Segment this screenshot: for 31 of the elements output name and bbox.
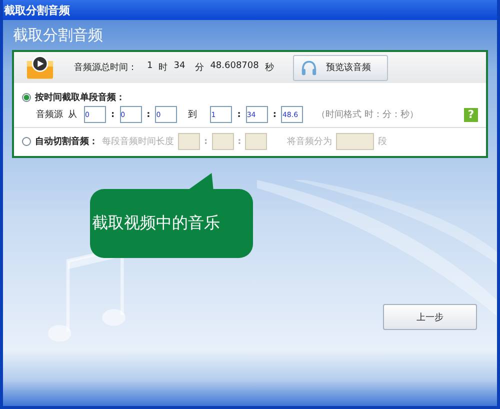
separator: :: [237, 110, 241, 120]
minutes-unit: 分: [195, 62, 204, 74]
separator: :: [111, 110, 115, 120]
to-label: 到: [188, 108, 198, 121]
format-hint: （时间格式 时：分：秒）: [316, 108, 418, 121]
video-file-icon: [26, 55, 54, 80]
hours-value: 1: [147, 61, 153, 73]
preview-button[interactable]: 预览该音频: [293, 54, 388, 80]
separator: :: [238, 136, 242, 146]
separator: :: [272, 110, 276, 120]
mode-label: 自动切割音频：: [35, 135, 98, 148]
split-label: 将音频分为: [287, 136, 332, 148]
minutes-value: 34: [174, 61, 186, 73]
mode-label: 按时间截取单段音频：: [35, 91, 125, 104]
headphones-icon: [300, 60, 318, 76]
seconds-value: 48.608708: [210, 61, 259, 73]
bubble-text: 截取视频中的音乐: [91, 213, 220, 234]
radio-button[interactable]: [22, 137, 31, 146]
window-title: 截取分割音频: [4, 2, 70, 18]
from-label: 从: [68, 108, 77, 121]
segment-length-label: 每段音频时间长度: [102, 136, 174, 148]
page-heading: 截取分割音频: [12, 24, 104, 46]
separator: :: [146, 110, 150, 120]
separator: :: [204, 136, 208, 146]
hours-unit: 时: [158, 62, 168, 74]
radio-button[interactable]: [22, 93, 31, 102]
total-time-label: 音频源总时间：: [74, 62, 137, 74]
back-button[interactable]: 上一步: [383, 304, 477, 330]
seconds-unit: 秒: [264, 62, 274, 74]
source-label: 音频源: [36, 108, 63, 121]
segment-unit: 段: [378, 136, 388, 148]
